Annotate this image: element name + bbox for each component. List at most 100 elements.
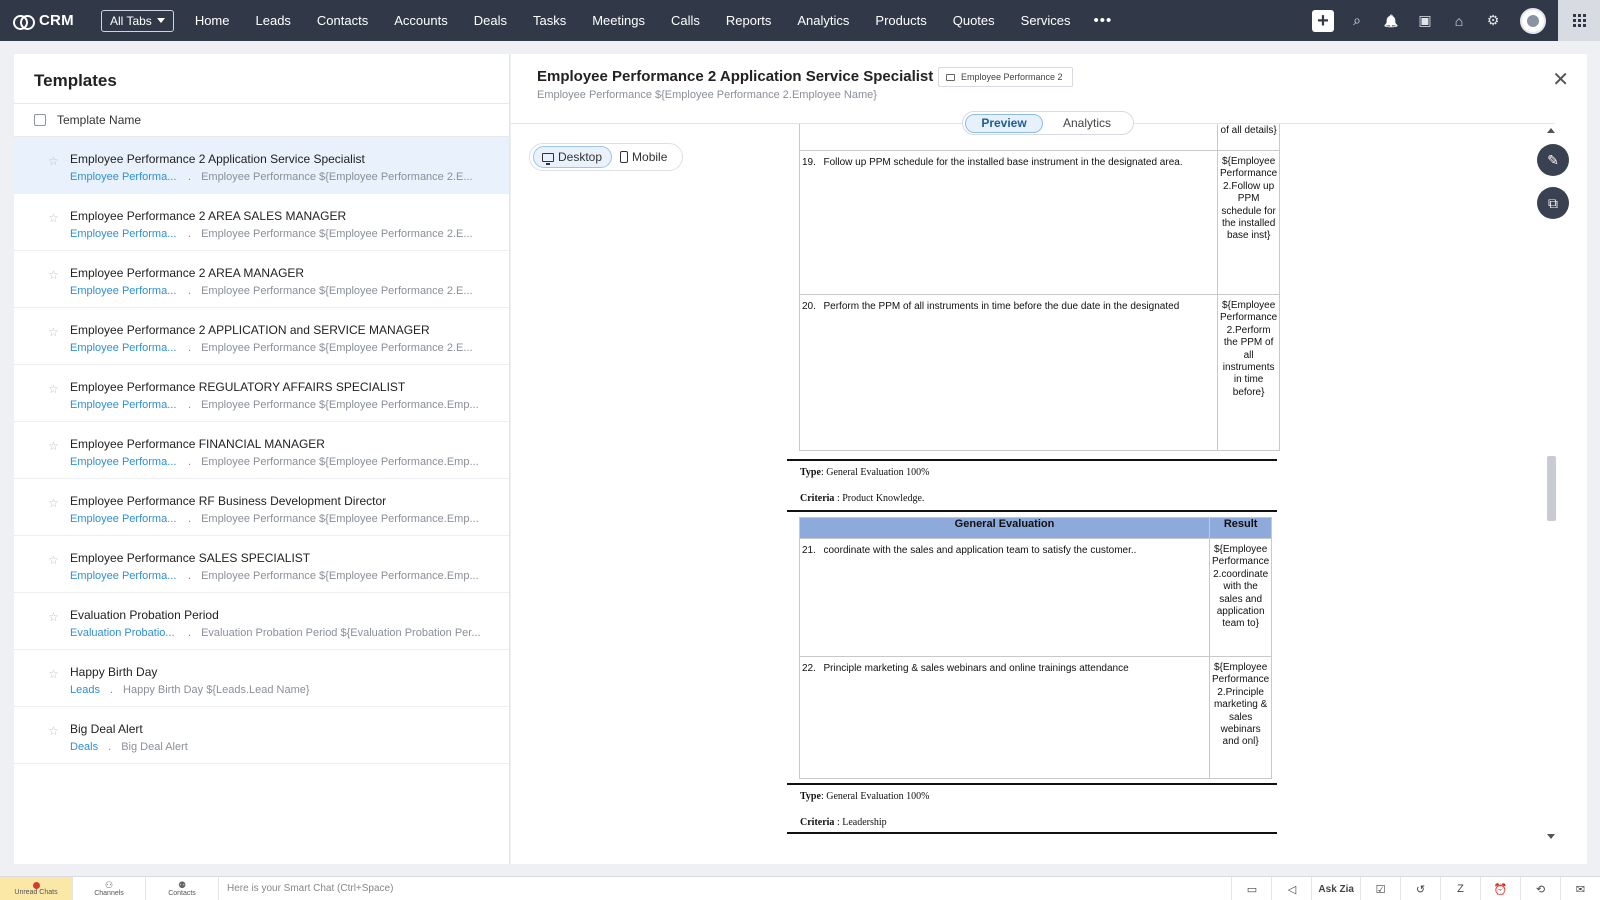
star-icon[interactable]: ☆: [48, 154, 59, 168]
question-number: 21.: [799, 538, 824, 657]
star-icon[interactable]: ☆: [48, 667, 59, 681]
unread-chats-tab[interactable]: Unread Chats: [0, 876, 73, 900]
template-name: Employee Performance 2 AREA SALES MANAGE…: [70, 209, 347, 223]
star-icon[interactable]: ☆: [48, 553, 59, 567]
desktop-label: Desktop: [558, 150, 603, 164]
template-list-item[interactable]: ☆ Evaluation Probation Period Evaluation P…: [14, 593, 509, 650]
module-tabs: Home Leads Contacts Accounts Deals Tasks Meeti…: [182, 13, 1084, 28]
nav-tab-contacts[interactable]: Contacts: [304, 13, 381, 28]
folder-label: Employee Performance 2: [961, 72, 1063, 82]
template-meta: Employee Performa.... Employee Performanc…: [70, 513, 509, 525]
nav-tab-deals[interactable]: Deals: [461, 13, 520, 28]
star-icon[interactable]: ☆: [48, 610, 59, 624]
crm-logo[interactable]: CRM: [13, 12, 91, 30]
preview-tabs: Preview Analytics: [962, 111, 1134, 135]
all-tabs-dropdown[interactable]: All Tabs: [101, 9, 174, 32]
template-list-item[interactable]: ☆ Happy Birth Day Leads. Happy Birth Day ${…: [14, 650, 509, 707]
preview-subject: Employee Performance ${Employee Performa…: [537, 89, 877, 101]
mobile-label: Mobile: [632, 150, 668, 164]
star-icon[interactable]: ☆: [48, 268, 59, 282]
apps-grid-button[interactable]: [1558, 0, 1600, 41]
template-subject: Employee Performance ${Employee Performa…: [201, 285, 473, 297]
template-subject: Employee Performance ${Employee Performa…: [201, 513, 479, 525]
avatar[interactable]: [1520, 7, 1546, 34]
template-name: Employee Performance FINANCIAL MANAGER: [70, 437, 325, 451]
ask-zia-button[interactable]: Ask Zia: [1311, 877, 1360, 900]
announcement-icon[interactable]: ◁: [1271, 877, 1311, 900]
nav-tab-reports[interactable]: Reports: [713, 13, 785, 28]
nav-tab-leads[interactable]: Leads: [243, 13, 304, 28]
nav-tab-products[interactable]: Products: [862, 13, 939, 28]
star-icon[interactable]: ☆: [48, 439, 59, 453]
smart-chat-input[interactable]: Here is your Smart Chat (Ctrl+Space): [227, 883, 393, 894]
template-meta: Leads. Happy Birth Day ${Leads.Lead Name}: [70, 684, 509, 696]
signals-icon[interactable]: ☑: [1360, 877, 1400, 900]
template-folder-badge[interactable]: Employee Performance 2: [938, 67, 1073, 87]
scrollbar-thumb[interactable]: [1547, 456, 1556, 521]
email-template-body: of all details} 19. Follow up PPM schedu…: [766, 124, 1286, 834]
gear-icon[interactable]: ⚙: [1476, 0, 1510, 41]
search-icon[interactable]: ⌕: [1340, 0, 1374, 41]
screen-share-icon[interactable]: ▭: [1231, 877, 1271, 900]
table-row: 20. Perform the PPM of all instruments i…: [799, 294, 1281, 451]
contacts-tab[interactable]: ⚉ Contacts: [146, 876, 219, 900]
section-type-line: Type: General Evaluation 100%: [800, 791, 930, 802]
star-icon[interactable]: ☆: [48, 496, 59, 510]
template-list-item[interactable]: ☆ Employee Performance REGULATORY AFFAIRS…: [14, 365, 509, 422]
monitor-icon: [542, 152, 554, 165]
nav-tab-accounts[interactable]: Accounts: [381, 13, 460, 28]
nav-tab-tasks[interactable]: Tasks: [520, 13, 579, 28]
template-list-item[interactable]: ☆ Employee Performance 2 AREA SALES MANAG…: [14, 194, 509, 251]
preview-scrollbar[interactable]: [1545, 124, 1557, 839]
scroll-up-arrow-icon[interactable]: [1547, 128, 1555, 133]
marketplace-icon[interactable]: ⌂: [1442, 0, 1476, 41]
nav-tab-services[interactable]: Services: [1008, 13, 1084, 28]
template-list-item[interactable]: ☆ Employee Performance 2 Application Serv…: [14, 137, 509, 194]
nav-tab-analytics[interactable]: Analytics: [784, 13, 862, 28]
history-icon[interactable]: ⟲: [1520, 877, 1560, 900]
template-module: Leads: [70, 684, 100, 696]
nav-tab-meetings[interactable]: Meetings: [579, 13, 658, 28]
notes-icon[interactable]: ✉: [1560, 877, 1600, 900]
template-list-item[interactable]: ☆ Big Deal Alert Deals. Big Deal Alert: [14, 707, 509, 764]
quick-create-button[interactable]: +: [1306, 0, 1340, 41]
more-tabs-button[interactable]: •••: [1084, 12, 1123, 29]
alarm-icon[interactable]: ⏰: [1480, 877, 1520, 900]
evaluation-table-2: General Evaluation Result 21. coordinate…: [799, 517, 1273, 779]
mobile-view-button[interactable]: Mobile: [612, 146, 676, 168]
star-icon[interactable]: ☆: [48, 382, 59, 396]
tab-analytics[interactable]: Analytics: [1043, 114, 1131, 133]
star-icon[interactable]: ☆: [48, 724, 59, 738]
template-meta: Deals. Big Deal Alert: [70, 741, 509, 753]
select-all-checkbox[interactable]: [34, 114, 46, 126]
template-subject: Employee Performance ${Employee Performa…: [201, 570, 479, 582]
section-criteria-line: Criteria : Leadership: [800, 817, 887, 828]
template-module: Employee Performa...: [70, 570, 177, 582]
template-list-item[interactable]: ☆ Employee Performance FINANCIAL MANAGER E…: [14, 422, 509, 479]
star-icon[interactable]: ☆: [48, 211, 59, 225]
channels-icon: ⚇: [104, 879, 114, 890]
question-text: coordinate with the sales and applicatio…: [823, 538, 1210, 657]
nav-tab-home[interactable]: Home: [182, 13, 243, 28]
channels-tab[interactable]: ⚇ Channels: [73, 876, 146, 900]
template-list-item[interactable]: ☆ Employee Performance 2 APPLICATION and …: [14, 308, 509, 365]
close-icon[interactable]: ✕: [1552, 67, 1569, 92]
recent-items-icon[interactable]: ↺: [1400, 877, 1440, 900]
template-list-item[interactable]: ☆ Employee Performance 2 AREA MANAGER Empl…: [14, 251, 509, 308]
star-icon[interactable]: ☆: [48, 325, 59, 339]
template-name: Happy Birth Day: [70, 665, 158, 679]
zia-icon[interactable]: Z: [1440, 877, 1480, 900]
template-subject: Employee Performance ${Employee Performa…: [201, 228, 473, 240]
template-meta: Evaluation Probatio.... Evaluation Probat…: [70, 627, 509, 639]
calendar-icon[interactable]: ▣: [1408, 0, 1442, 41]
template-list-item[interactable]: ☆ Employee Performance RF Business Develo…: [14, 479, 509, 536]
tab-preview[interactable]: Preview: [965, 113, 1043, 133]
bell-icon[interactable]: 🔔: [1374, 0, 1408, 41]
desktop-view-button[interactable]: Desktop: [533, 146, 613, 168]
template-meta: Employee Performa.... Employee Performanc…: [70, 171, 509, 183]
template-list-item[interactable]: ☆ Employee Performance SALES SPECIALIST Em…: [14, 536, 509, 593]
nav-tab-quotes[interactable]: Quotes: [940, 13, 1008, 28]
scroll-down-arrow-icon[interactable]: [1547, 834, 1555, 839]
nav-tab-calls[interactable]: Calls: [658, 13, 713, 28]
template-module: Evaluation Probatio...: [70, 627, 175, 639]
